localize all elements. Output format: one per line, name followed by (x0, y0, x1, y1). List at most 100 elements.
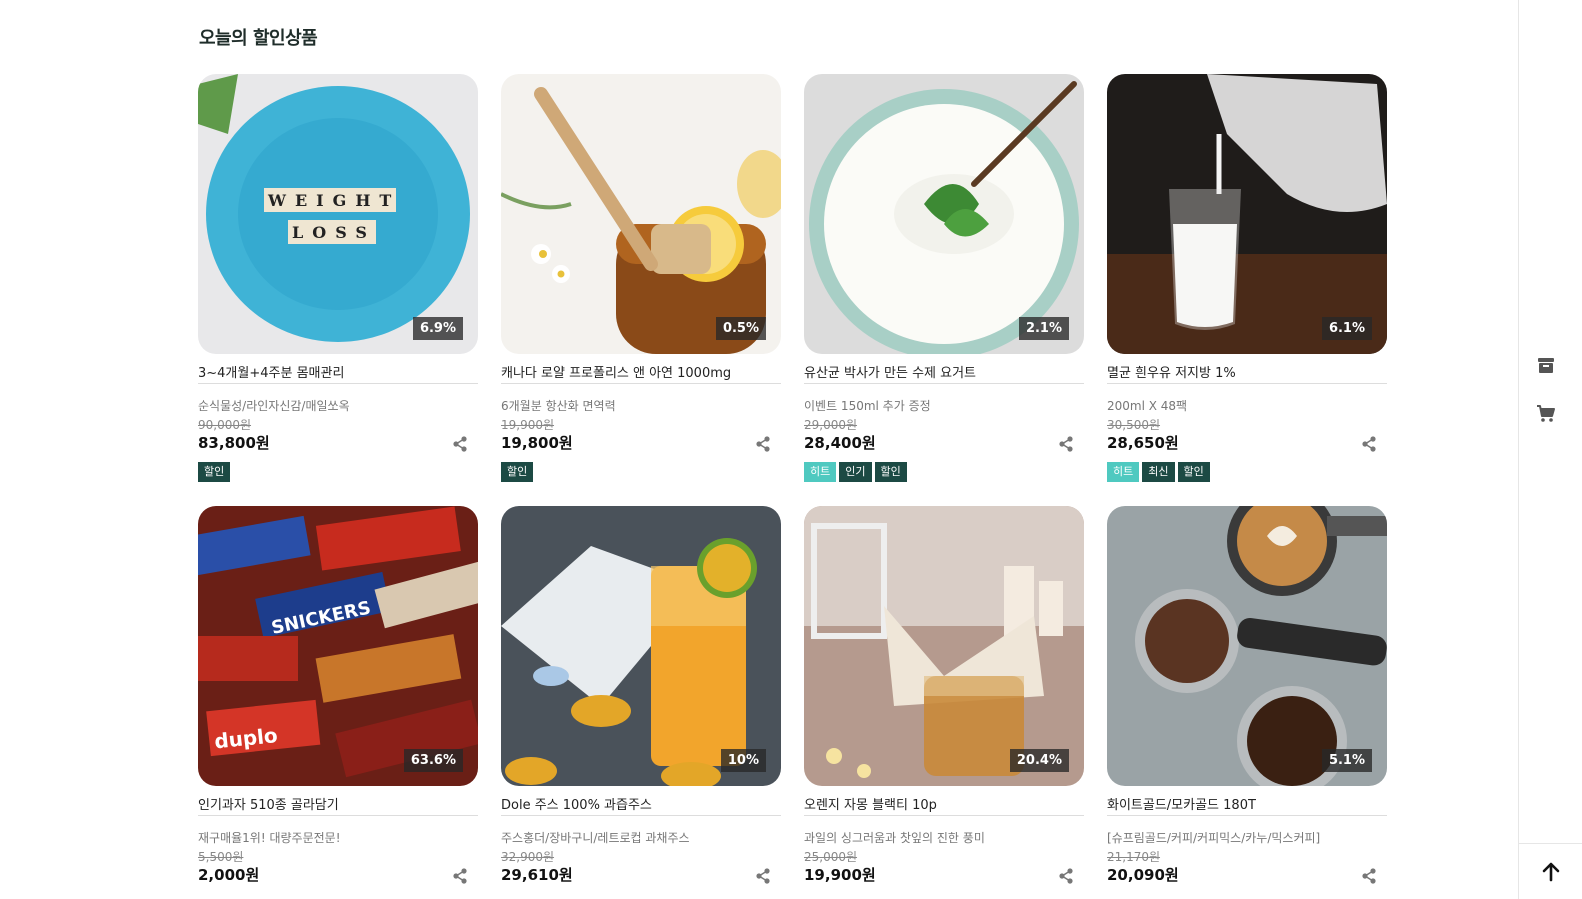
share-icon[interactable] (755, 436, 771, 452)
product-name[interactable]: 화이트골드/모카골드 180T (1107, 796, 1387, 816)
share-icon[interactable] (1361, 436, 1377, 452)
product-name[interactable]: 인기과자 510종 골라담기 (198, 796, 478, 816)
product-desc: 과일의 싱그러움과 찻잎의 진한 풍미 (804, 831, 985, 845)
sale-price: 19,900원 (804, 866, 876, 884)
original-price: 5,500원 (198, 850, 244, 864)
cart-icon[interactable] (1536, 404, 1556, 424)
sale-price: 28,400원 (804, 434, 876, 452)
product-image-yogurt[interactable]: 2.1% (804, 74, 1084, 354)
sale-price: 20,090원 (1107, 866, 1179, 884)
original-price: 32,900원 (501, 850, 555, 864)
section-title: 오늘의 할인상품 (199, 28, 318, 49)
product-desc: 재구매율1위! 대량주문전문! (198, 831, 341, 845)
discount-rate: 10% (720, 749, 766, 772)
badge-sale: 할인 (1177, 462, 1210, 482)
share-icon[interactable] (452, 868, 468, 884)
product-image-juice[interactable]: 10% (501, 506, 781, 786)
product-name[interactable]: 멸균 흰우유 저지방 1% (1107, 364, 1387, 384)
product-desc: 200ml X 48팩 (1107, 399, 1188, 413)
share-icon[interactable] (1058, 868, 1074, 884)
price-row: 28,400원 (804, 432, 1084, 454)
product-desc: 순식물성/라인자신감/매일쏘옥 (198, 399, 350, 413)
share-icon[interactable] (452, 436, 468, 452)
product-name[interactable]: Dole 주스 100% 과즙주스 (501, 796, 781, 816)
share-icon[interactable] (1361, 868, 1377, 884)
product-card[interactable]: 10% Dole 주스 100% 과즙주스 주스홍더/장바구니/레트로컵 과채주… (501, 506, 781, 899)
discount-rate: 20.4% (1009, 749, 1069, 772)
share-icon[interactable] (755, 868, 771, 884)
sale-price: 29,610원 (501, 866, 573, 884)
badge-sale: 할인 (198, 462, 231, 482)
product-name[interactable]: 유산균 박사가 만든 수제 요거트 (804, 364, 1084, 384)
original-price: 25,000원 (804, 850, 858, 864)
product-image-weight-loss[interactable]: WEIGHT LOSS 6.9% (198, 74, 478, 354)
sale-price: 19,800원 (501, 434, 573, 452)
product-image-candy[interactable]: duplo SNICKERS 63.6% (198, 506, 478, 786)
discount-rate: 6.1% (1321, 317, 1372, 340)
price-row: 19,800원 (501, 432, 781, 454)
product-card[interactable]: 20.4% 오렌지 자몽 블랙티 10p 과일의 싱그러움과 찻잎의 진한 풍미… (804, 506, 1084, 899)
product-card[interactable]: duplo SNICKERS 63.6% 인기과자 510종 골라담기 재구매율… (198, 506, 478, 899)
price-row: 28,650원 (1107, 432, 1387, 454)
yogurt-bowl-image (804, 74, 1084, 354)
black-tea-image (804, 506, 1084, 786)
svg-text:LOSS: LOSS (292, 223, 376, 242)
candy-bars-image: duplo SNICKERS (198, 506, 478, 786)
product-card[interactable]: WEIGHT LOSS 6.9% 3~4개월+4주분 몸매관리 순식물성/라인자… (198, 74, 478, 506)
price-row: 19,900원 (804, 864, 1084, 886)
svg-text:WEIGHT: WEIGHT (267, 191, 400, 210)
product-card[interactable]: 6.1% 멸균 흰우유 저지방 1% 200ml X 48팩 30,500원 2… (1107, 74, 1387, 506)
price-row: 2,000원 (198, 864, 478, 886)
scroll-top-button[interactable] (1519, 843, 1582, 899)
product-name[interactable]: 3~4개월+4주분 몸매관리 (198, 364, 478, 384)
badge-list: 할인 (198, 462, 478, 482)
discount-rate: 6.9% (412, 317, 463, 340)
price-row: 83,800원 (198, 432, 478, 454)
sale-price: 2,000원 (198, 866, 260, 884)
coffee-beans-image (1107, 506, 1387, 786)
product-card[interactable]: 0.5% 캐나다 로얄 프로폴리스 앤 아연 1000mg 6개월분 항산화 면… (501, 74, 781, 506)
price-row: 29,610원 (501, 864, 781, 886)
share-icon[interactable] (1058, 436, 1074, 452)
sale-price: 83,800원 (198, 434, 270, 452)
badge-sale: 할인 (501, 462, 534, 482)
weight-loss-plate-image: WEIGHT LOSS (198, 74, 478, 354)
product-image-tea[interactable]: 20.4% (804, 506, 1084, 786)
badge-list: 히트 최신 할인 (1107, 462, 1387, 482)
badge-hit: 히트 (804, 462, 837, 482)
product-desc: [슈프림골드/커피/커피믹스/카누/믹스커피] (1107, 831, 1321, 845)
discount-rate: 5.1% (1321, 749, 1372, 772)
honey-jar-image (501, 74, 781, 354)
discount-rate: 2.1% (1018, 317, 1069, 340)
product-image-milk[interactable]: 6.1% (1107, 74, 1387, 354)
price-row: 20,090원 (1107, 864, 1387, 886)
product-name[interactable]: 오렌지 자몽 블랙티 10p (804, 796, 1084, 816)
badge-new: 최신 (1142, 462, 1175, 482)
product-desc: 주스홍더/장바구니/레트로컵 과채주스 (501, 831, 690, 845)
product-desc: 6개월분 항산화 면역력 (501, 399, 616, 413)
orange-juice-image (501, 506, 781, 786)
product-desc: 이벤트 150ml 추가 증정 (804, 399, 931, 413)
badge-hit: 히트 (1107, 462, 1140, 482)
product-card[interactable]: 2.1% 유산균 박사가 만든 수제 요거트 이벤트 150ml 추가 증정 2… (804, 74, 1084, 506)
product-card[interactable]: 5.1% 화이트골드/모카골드 180T [슈프림골드/커피/커피믹스/카누/믹… (1107, 506, 1387, 899)
badge-sale: 할인 (874, 462, 907, 482)
original-price: 90,000원 (198, 418, 252, 432)
product-image-coffee[interactable]: 5.1% (1107, 506, 1387, 786)
arrow-up-icon (1542, 862, 1560, 881)
product-image-honey[interactable]: 0.5% (501, 74, 781, 354)
product-name[interactable]: 캐나다 로얄 프로폴리스 앤 아연 1000mg (501, 364, 781, 384)
original-price: 29,000원 (804, 418, 858, 432)
original-price: 21,170원 (1107, 850, 1161, 864)
discount-rate: 0.5% (715, 317, 766, 340)
sale-price: 28,650원 (1107, 434, 1179, 452)
badge-popular: 인기 (839, 462, 872, 482)
original-price: 19,900원 (501, 418, 555, 432)
milk-glass-image (1107, 74, 1387, 354)
product-grid: WEIGHT LOSS 6.9% 3~4개월+4주분 몸매관리 순식물성/라인자… (198, 74, 1388, 899)
badge-list: 할인 (501, 462, 781, 482)
archive-icon[interactable] (1536, 355, 1556, 375)
side-rail (1518, 0, 1582, 899)
discount-rate: 63.6% (403, 749, 463, 772)
original-price: 30,500원 (1107, 418, 1161, 432)
